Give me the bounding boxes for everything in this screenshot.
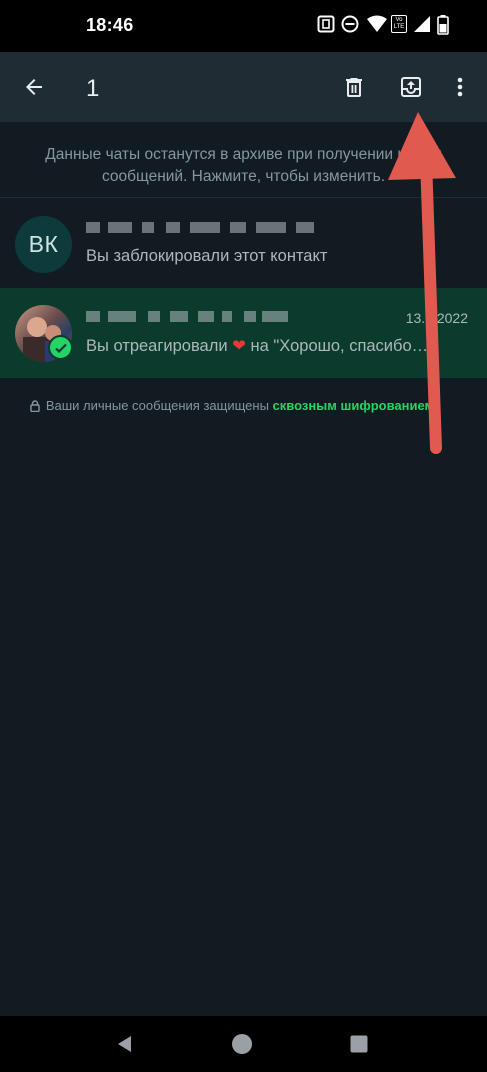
encryption-text: Ваши личные сообщения защищены <box>45 398 273 413</box>
nav-home-button[interactable] <box>229 1031 255 1057</box>
system-nav-bar <box>0 1016 487 1072</box>
circle-home-icon <box>232 1034 252 1054</box>
selected-check-badge <box>48 335 73 360</box>
chat-date: 13.1 2022 <box>405 310 468 326</box>
nfc-icon <box>317 15 335 33</box>
status-bar: 18:46 Vo LTE <box>0 0 487 52</box>
preview-suffix: на "Хорошо, спасибо… <box>245 337 429 355</box>
back-icon <box>26 79 42 95</box>
wifi-icon <box>367 15 387 32</box>
selected-count: 1 <box>86 75 100 102</box>
avatar[interactable]: ВК <box>15 216 72 273</box>
chat-row[interactable]: ВК Вы заблокировали этот контакт <box>0 199 487 289</box>
more-options-button[interactable] <box>444 71 476 103</box>
back-button[interactable] <box>18 71 50 103</box>
battery-icon <box>437 15 449 35</box>
nav-back-button[interactable] <box>112 1031 138 1057</box>
encryption-link[interactable]: сквозным шифрованием <box>273 398 435 413</box>
chat-preview: Вы отреагировали ❤ на "Хорошо, спасибо… <box>86 336 456 356</box>
chat-row-selected[interactable]: 13.1 2022 Вы отреагировали ❤ на "Хорошо,… <box>0 288 487 378</box>
status-time: 18:46 <box>86 15 134 35</box>
heart-emoji: ❤ <box>232 337 246 355</box>
signal-icon <box>414 16 430 32</box>
chat-preview: Вы заблокировали этот контакт <box>86 247 328 265</box>
do-not-disturb-icon <box>341 15 359 33</box>
unarchive-icon <box>401 77 421 97</box>
check-icon <box>54 343 67 353</box>
unarchive-button[interactable] <box>395 71 427 103</box>
delete-button[interactable] <box>338 71 370 103</box>
selection-app-bar: 1 <box>0 52 487 122</box>
triangle-back-icon <box>118 1036 131 1052</box>
delete-icon <box>346 78 362 97</box>
more-options-icon <box>457 77 463 97</box>
encryption-note[interactable]: Ваши личные сообщения защищены сквозным … <box>30 397 450 415</box>
preview-prefix: Вы отреагировали <box>86 337 233 355</box>
volte-icon: Vo LTE <box>391 15 407 33</box>
nav-recents-button[interactable] <box>346 1031 372 1057</box>
square-recents-icon <box>350 1035 368 1053</box>
archive-settings-note[interactable]: Данные чаты останутся в архиве при получ… <box>0 122 487 198</box>
